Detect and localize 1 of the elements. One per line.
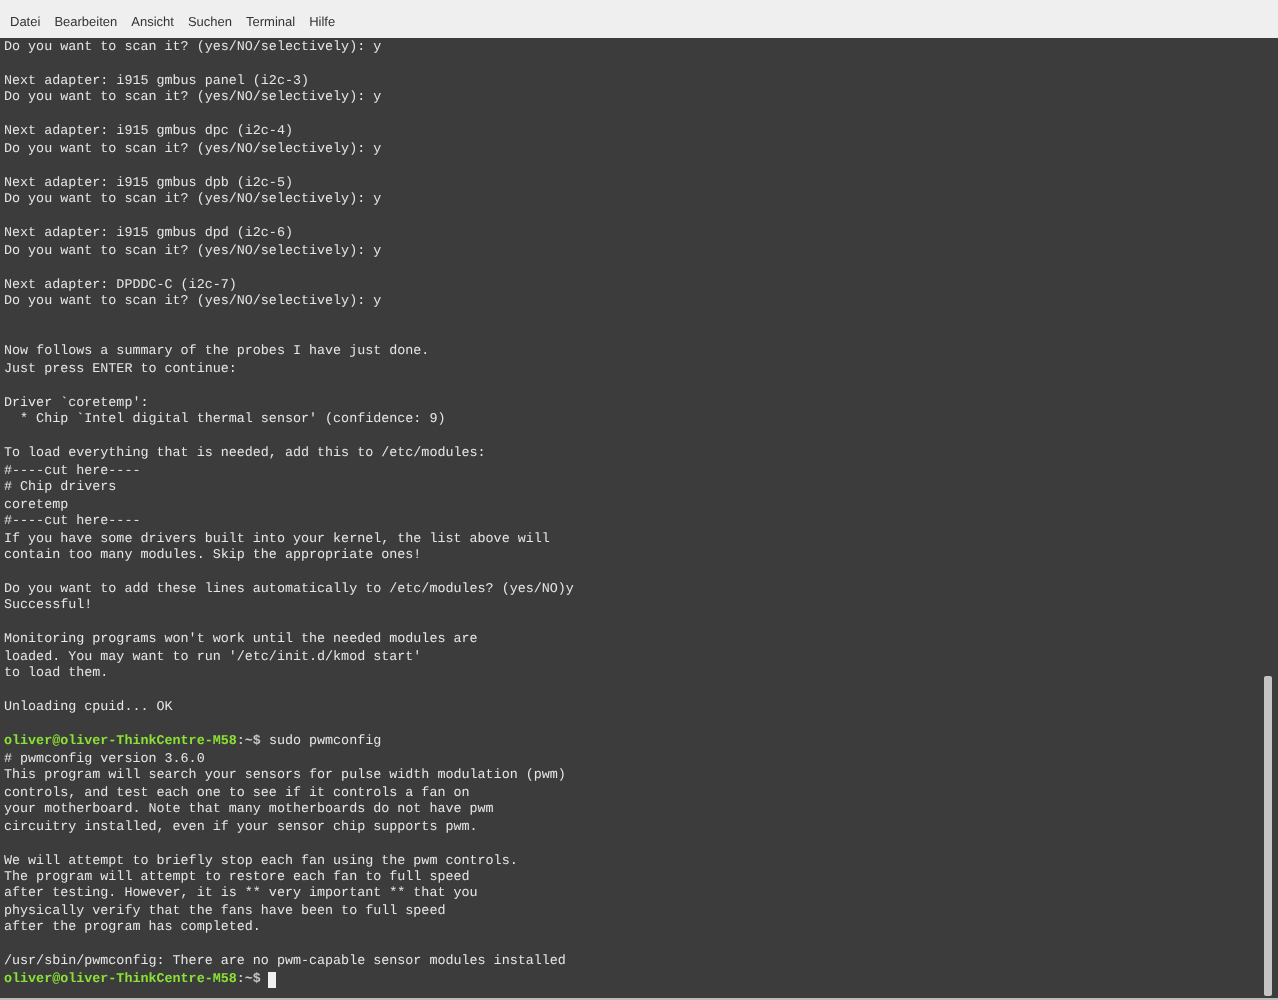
scrollbar-thumb[interactable] bbox=[1264, 676, 1272, 996]
